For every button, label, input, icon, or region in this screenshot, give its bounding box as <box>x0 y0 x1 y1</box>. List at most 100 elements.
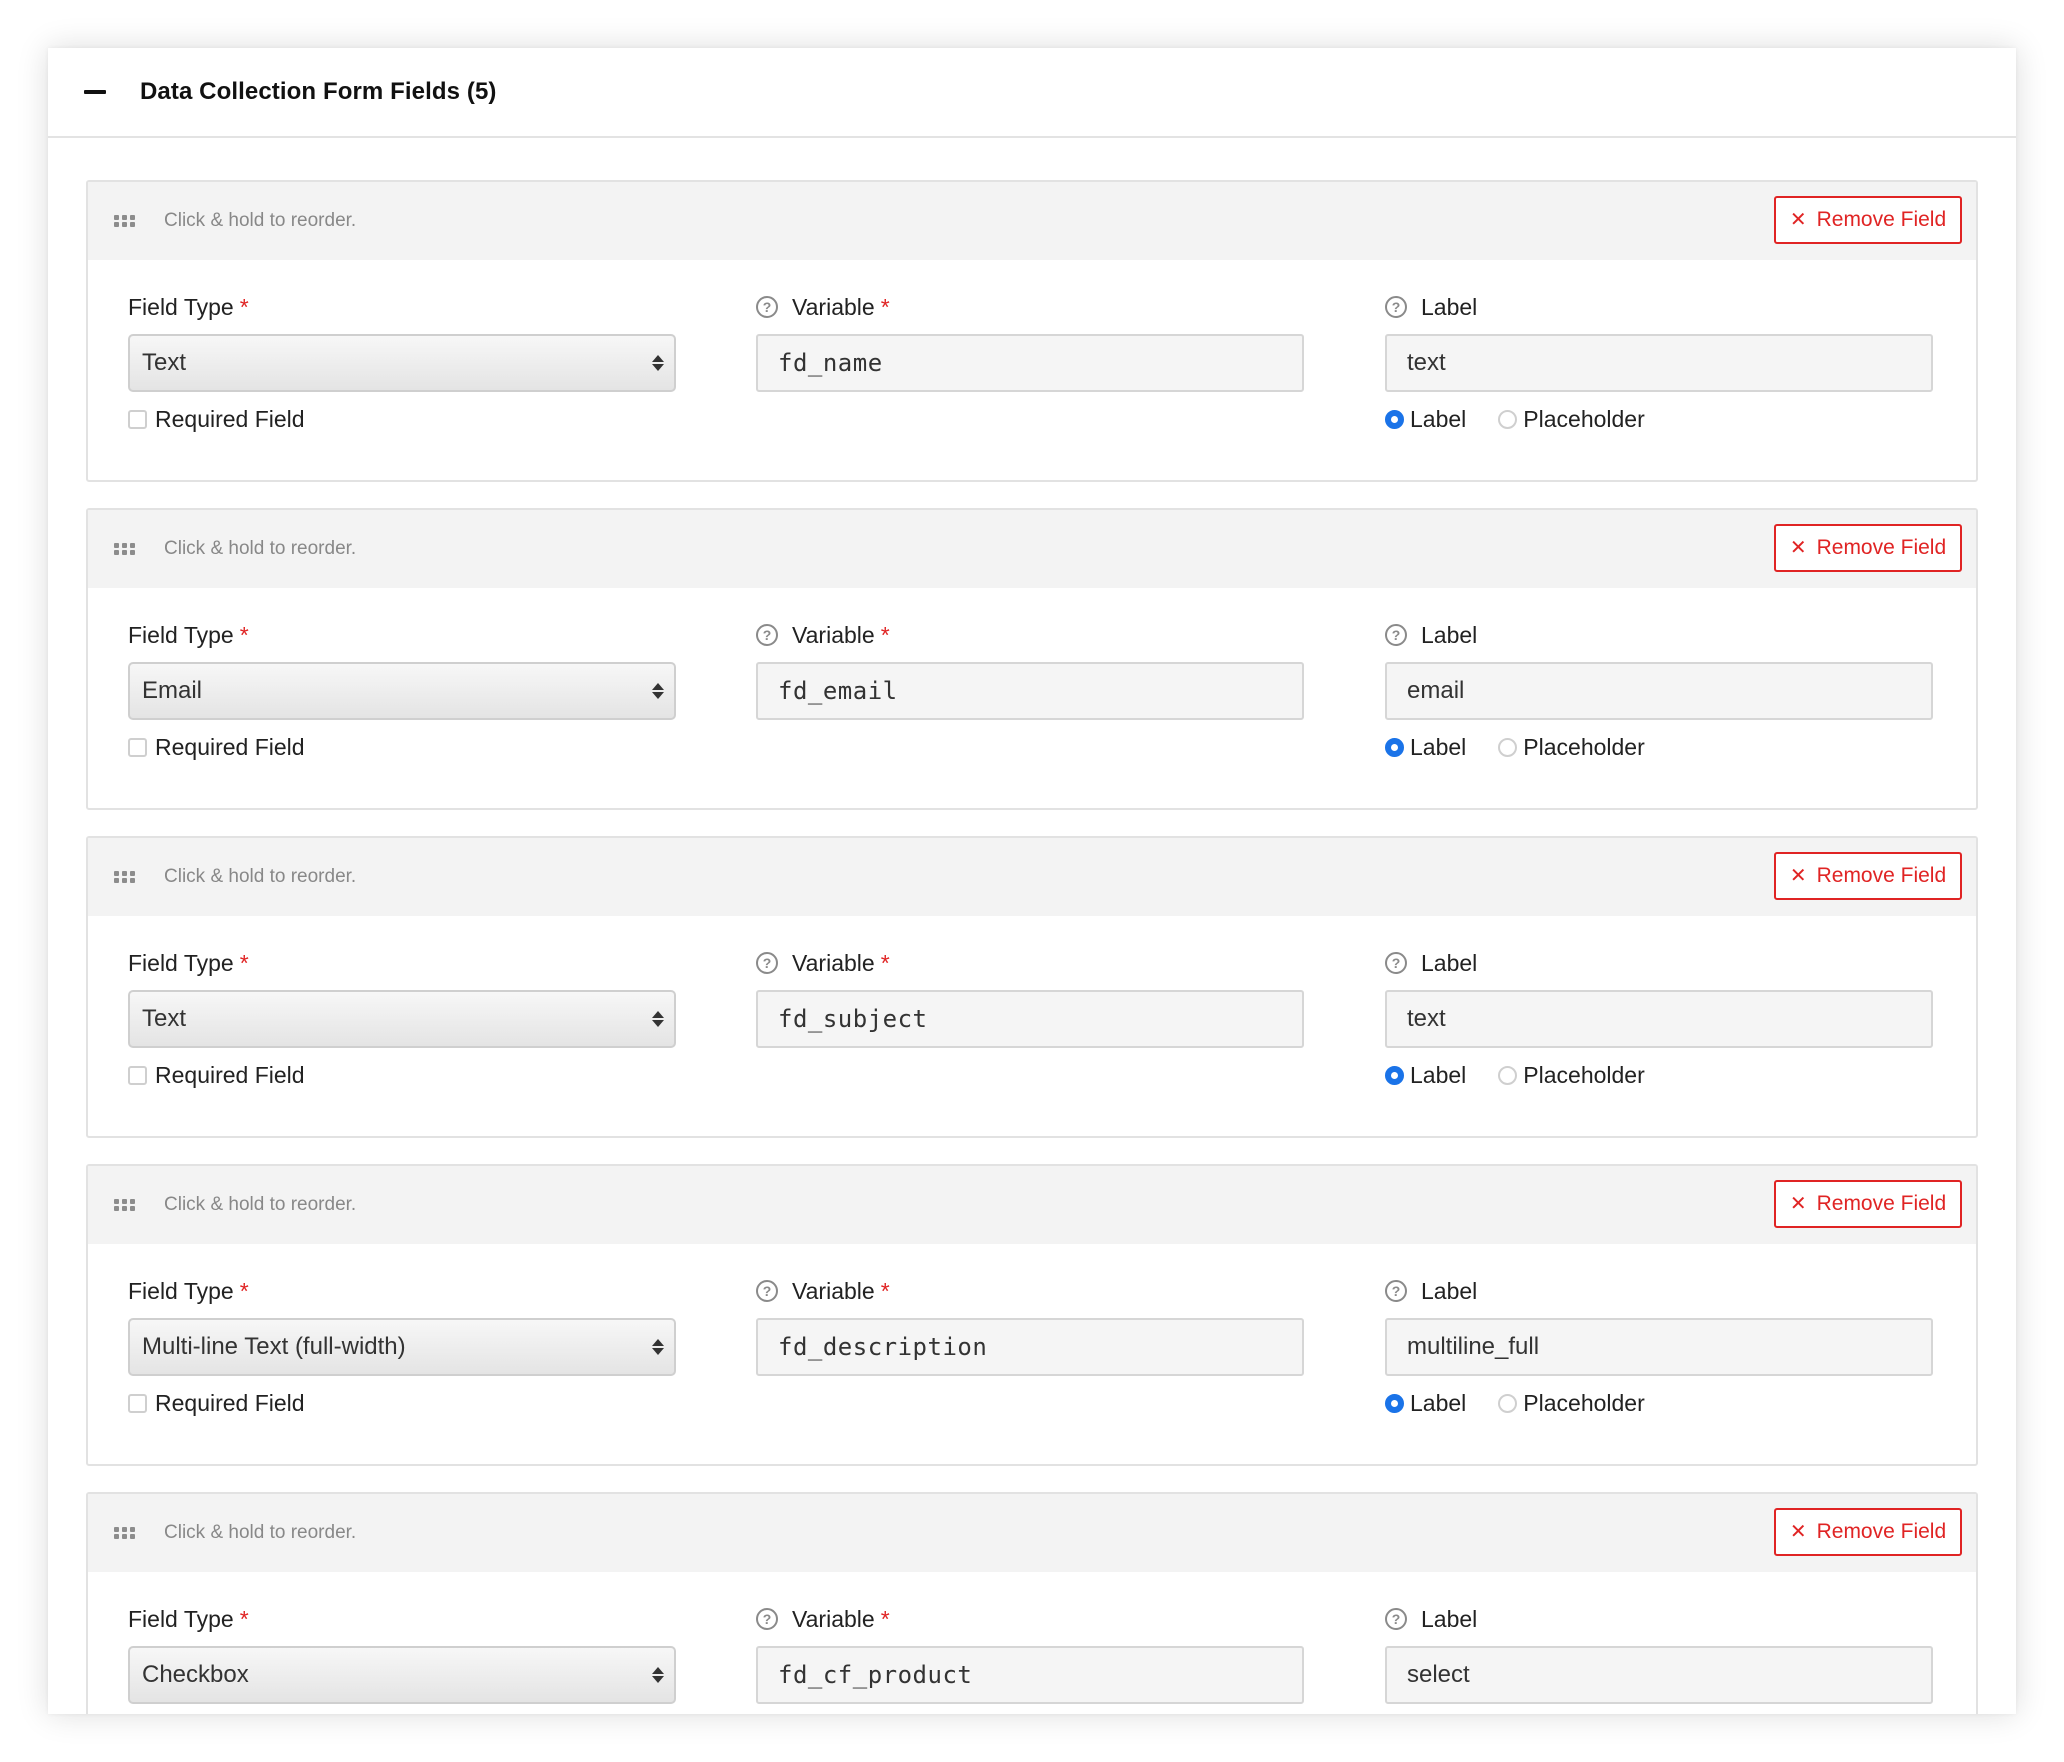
field-type-value: Multi-line Text (full-width) <box>142 1333 406 1360</box>
label-input[interactable]: multiline_full <box>1385 1318 1933 1376</box>
field-type-label: Field Type * <box>128 1605 249 1632</box>
required-field-checkbox[interactable] <box>128 409 147 429</box>
drag-handle-icon[interactable] <box>114 543 135 555</box>
help-icon[interactable]: ? <box>756 296 778 318</box>
required-field-checkbox[interactable] <box>128 1065 147 1085</box>
remove-field-button[interactable]: ✕ Remove Field <box>1774 1180 1962 1228</box>
label-radio[interactable] <box>1385 409 1404 429</box>
select-arrows-icon <box>652 355 664 371</box>
field-card-header[interactable]: Click & hold to reorder. ✕ Remove Field <box>88 838 1976 916</box>
field-card-header[interactable]: Click & hold to reorder. ✕ Remove Field <box>88 182 1976 260</box>
help-icon[interactable]: ? <box>1385 624 1407 646</box>
field-type-value: Text <box>142 1005 187 1032</box>
remove-field-label: Remove Field <box>1816 1520 1947 1543</box>
required-marker: * <box>239 1605 249 1632</box>
variable-input[interactable]: fd_email <box>756 662 1304 720</box>
placeholder-radio[interactable] <box>1498 737 1518 757</box>
placeholder-radio[interactable] <box>1498 1393 1518 1413</box>
label-radio[interactable] <box>1385 737 1404 757</box>
field-type-select[interactable]: Multi-line Text (full-width) <box>128 1318 676 1376</box>
field-type-select[interactable]: Email <box>128 662 676 720</box>
label-input[interactable]: text <box>1385 334 1933 392</box>
variable-input[interactable]: fd_description <box>756 1318 1304 1376</box>
field-card: Click & hold to reorder. ✕ Remove Field … <box>86 180 1978 482</box>
remove-field-label: Remove Field <box>1816 536 1947 559</box>
required-field-label: Required Field <box>155 405 305 432</box>
close-icon: ✕ <box>1789 1193 1807 1215</box>
label-input[interactable]: select <box>1385 1646 1933 1704</box>
help-icon[interactable]: ? <box>756 1608 778 1630</box>
help-icon[interactable]: ? <box>1385 1280 1407 1302</box>
drag-handle-icon[interactable] <box>114 871 135 883</box>
required-field-checkbox[interactable] <box>128 737 147 757</box>
remove-field-label: Remove Field <box>1816 1192 1947 1215</box>
label-radio-text: Label <box>1410 1061 1467 1088</box>
placeholder-radio[interactable] <box>1498 409 1518 429</box>
variable-input[interactable]: fd_name <box>756 334 1304 392</box>
field-card-header[interactable]: Click & hold to reorder. ✕ Remove Field <box>88 510 1976 588</box>
help-icon[interactable]: ? <box>1385 952 1407 974</box>
field-card-header[interactable]: Click & hold to reorder. ✕ Remove Field <box>88 1166 1976 1244</box>
remove-field-button[interactable]: ✕ Remove Field <box>1774 196 1962 244</box>
field-card: Click & hold to reorder. ✕ Remove Field … <box>86 508 1978 810</box>
remove-field-button[interactable]: ✕ Remove Field <box>1774 1508 1962 1556</box>
placeholder-radio[interactable] <box>1498 1065 1518 1085</box>
select-arrows-icon <box>652 1667 664 1683</box>
required-marker: * <box>239 949 249 976</box>
field-type-label: Field Type * <box>128 621 249 648</box>
label-label: ? Label <box>1385 948 1933 978</box>
label-radio-text: Label <box>1410 405 1467 432</box>
variable-label: ? Variable * <box>756 948 1304 978</box>
label-radio-text: Label <box>1410 1389 1467 1416</box>
required-field-checkbox[interactable] <box>128 1393 147 1413</box>
help-icon[interactable]: ? <box>756 952 778 974</box>
label-label: ? Label <box>1385 1276 1933 1306</box>
label-radio-text: Label <box>1410 733 1467 760</box>
help-icon[interactable]: ? <box>1385 296 1407 318</box>
placeholder-radio-text: Placeholder <box>1523 405 1645 432</box>
remove-field-button[interactable]: ✕ Remove Field <box>1774 852 1962 900</box>
help-icon[interactable]: ? <box>756 1280 778 1302</box>
select-arrows-icon <box>652 1339 664 1355</box>
reorder-hint: Click & hold to reorder. <box>164 538 357 559</box>
field-type-value: Text <box>142 349 187 376</box>
required-field-label: Required Field <box>155 1389 305 1416</box>
variable-label: ? Variable * <box>756 292 1304 322</box>
reorder-hint: Click & hold to reorder. <box>164 1522 357 1543</box>
label-radio[interactable] <box>1385 1393 1404 1413</box>
panel-title: Data Collection Form Fields (5) <box>140 78 497 105</box>
label-input[interactable]: email <box>1385 662 1933 720</box>
field-type-label: Field Type * <box>128 1277 249 1304</box>
help-icon[interactable]: ? <box>1385 1608 1407 1630</box>
remove-field-button[interactable]: ✕ Remove Field <box>1774 524 1962 572</box>
field-list: Click & hold to reorder. ✕ Remove Field … <box>86 180 1978 1714</box>
field-type-select[interactable]: Text <box>128 990 676 1048</box>
label-radio[interactable] <box>1385 1065 1404 1085</box>
variable-input[interactable]: fd_subject <box>756 990 1304 1048</box>
label-label: ? Label <box>1385 1604 1933 1634</box>
label-input[interactable]: text <box>1385 990 1933 1048</box>
help-icon[interactable]: ? <box>756 624 778 646</box>
variable-label: ? Variable * <box>756 620 1304 650</box>
field-type-label: Field Type * <box>128 293 249 320</box>
field-card: Click & hold to reorder. ✕ Remove Field … <box>86 1492 1978 1714</box>
reorder-hint: Click & hold to reorder. <box>164 1194 357 1215</box>
required-marker: * <box>239 1277 249 1304</box>
field-type-select[interactable]: Checkbox <box>128 1646 676 1704</box>
variable-label: ? Variable * <box>756 1276 1304 1306</box>
required-marker: * <box>880 293 890 320</box>
reorder-hint: Click & hold to reorder. <box>164 210 357 231</box>
variable-input[interactable]: fd_cf_product <box>756 1646 1304 1704</box>
field-card-header[interactable]: Click & hold to reorder. ✕ Remove Field <box>88 1494 1976 1572</box>
field-card: Click & hold to reorder. ✕ Remove Field … <box>86 836 1978 1138</box>
drag-handle-icon[interactable] <box>114 1527 135 1539</box>
panel-header[interactable]: Data Collection Form Fields (5) <box>48 48 2016 138</box>
required-marker: * <box>880 621 890 648</box>
close-icon: ✕ <box>1789 209 1807 231</box>
close-icon: ✕ <box>1789 865 1807 887</box>
drag-handle-icon[interactable] <box>114 1199 135 1211</box>
drag-handle-icon[interactable] <box>114 215 135 227</box>
collapse-minus-icon[interactable] <box>84 90 106 94</box>
field-type-label: Field Type * <box>128 949 249 976</box>
field-type-select[interactable]: Text <box>128 334 676 392</box>
